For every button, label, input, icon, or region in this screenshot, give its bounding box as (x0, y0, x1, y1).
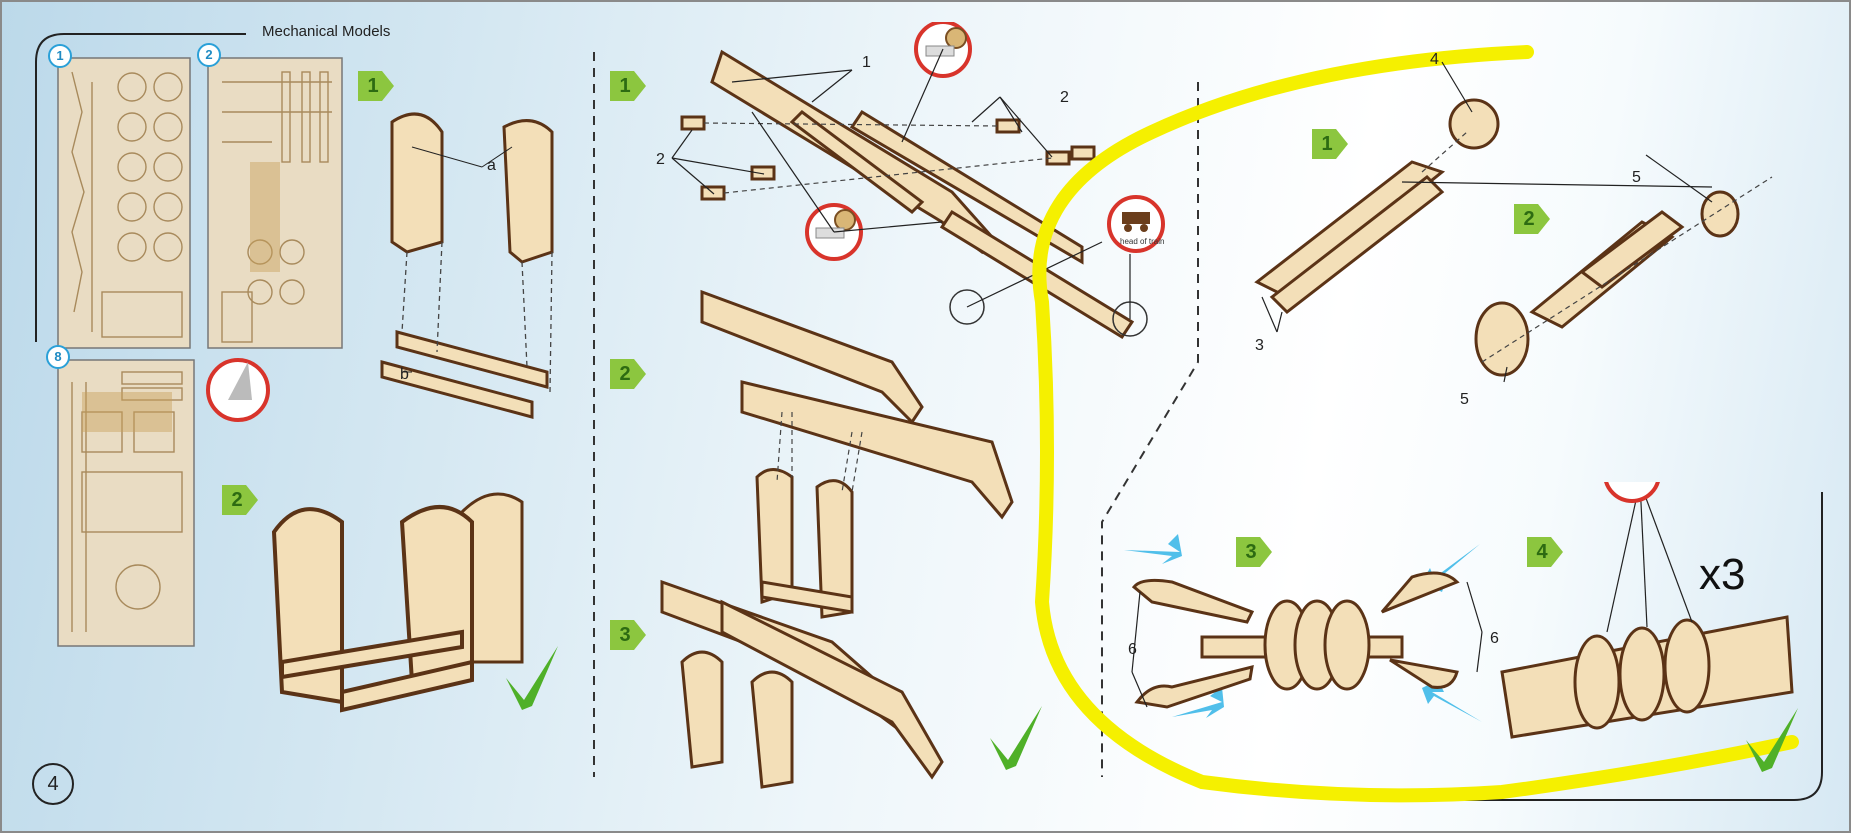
part-label: 5 (1632, 169, 1641, 186)
part-label: 5 (1460, 391, 1469, 408)
page-number: 4 (32, 763, 74, 805)
checkmark-icon (1746, 708, 1798, 772)
wheel-set-illustration: 6 6 (1124, 482, 1794, 739)
part-label: 6 (1128, 641, 1137, 658)
instruction-page: Mechanical Models 1 2 8 1 2 a b 1 2 3 1 … (0, 0, 1851, 833)
part-label: 3 (1255, 337, 1264, 354)
part-label: 4 (1430, 51, 1439, 68)
part-label: 6 (1490, 630, 1499, 647)
multiplier-text: x3 (1699, 550, 1746, 599)
axle-assembly-illustration: 4 3 5 5 (1254, 51, 1773, 408)
